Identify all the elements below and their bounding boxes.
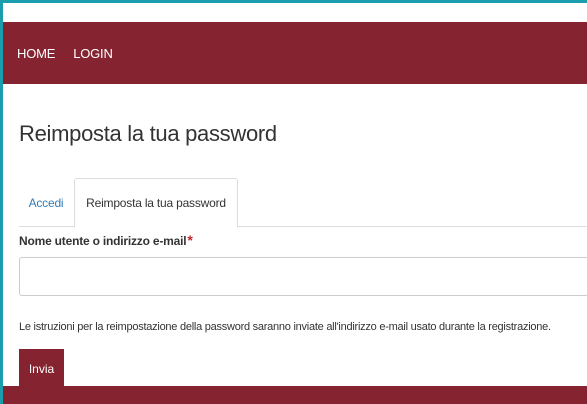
username-field-label: Nome utente o indirizzo e-mail* [19, 232, 193, 248]
footer-bar [3, 386, 587, 404]
tab-reset-password[interactable]: Reimposta la tua password [74, 178, 238, 228]
help-text: Le istruzioni per la reimpostazione dell… [19, 321, 551, 333]
tab-accedi[interactable]: Accedi [19, 178, 73, 227]
tab-bar: Accedi Reimposta la tua password [19, 178, 587, 228]
submit-button[interactable]: Invia [19, 349, 64, 389]
main-navbar: HOME LOGIN [3, 22, 587, 84]
browser-frame: HOME LOGIN Reimposta la tua password Acc… [0, 0, 587, 404]
username-label-text: Nome utente o indirizzo e-mail [19, 234, 187, 248]
nav-link-home[interactable]: HOME [17, 46, 55, 61]
username-email-input[interactable] [19, 257, 587, 296]
nav-link-login[interactable]: LOGIN [73, 46, 113, 61]
page-title: Reimposta la tua password [19, 121, 277, 146]
required-marker: * [187, 232, 193, 248]
